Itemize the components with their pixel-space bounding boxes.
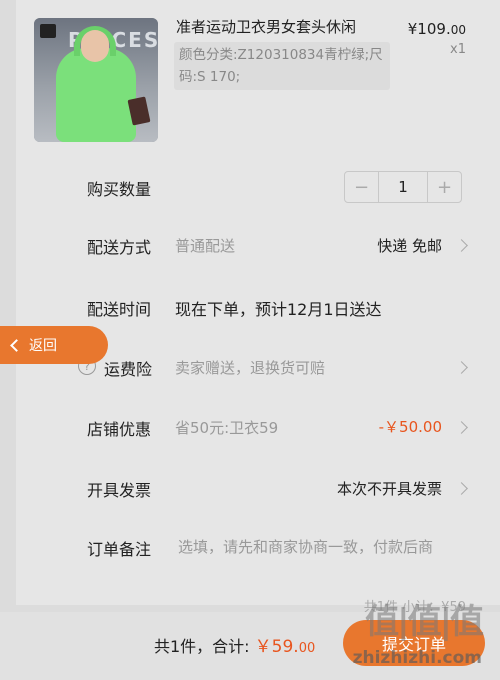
delivery-time-value: 现在下单，预计12月1日送达 [175, 300, 382, 319]
back-button-label: 返回 [29, 338, 57, 354]
order-count: 共1件，合计: [154, 637, 250, 656]
shop-discount-value[interactable]: -￥50.00 [379, 416, 442, 437]
insurance-desc: 卖家赠送，退换货可赔 [175, 359, 326, 377]
product-quantity: x1 [450, 42, 466, 57]
model-head [81, 30, 109, 62]
product-price-main: ¥109. [407, 20, 451, 38]
product-price-cents: 00 [450, 23, 466, 37]
order-amount: ￥59.00 [255, 637, 316, 657]
invoice-label: 开具发票 [87, 481, 152, 500]
hoodie-shape [56, 48, 136, 142]
back-button[interactable]: 返回 [0, 326, 108, 364]
brand-logo-icon [40, 24, 56, 38]
product-image[interactable]: PRICES [34, 18, 158, 142]
quantity-label: 购买数量 [87, 180, 152, 199]
product-price: ¥109.00 [408, 20, 466, 38]
invoice-value[interactable]: 本次不开具发票 [337, 478, 442, 499]
shipping-label: 配送方式 [87, 238, 152, 257]
product-variant: 颜色分类:Z120310834青柠绿;尺码:S 170; [174, 42, 390, 90]
shipping-value[interactable]: 快递 免邮 [377, 235, 442, 256]
order-amount-cents: 00 [298, 641, 316, 656]
quantity-plus-button[interactable]: + [428, 172, 461, 202]
shipping-method: 普通配送 [175, 237, 236, 255]
product-title[interactable]: 准者运动卫衣男女套头休闲 [176, 16, 356, 37]
watermark-site: zhizhizhi.com [352, 648, 482, 668]
order-amount-main: ￥59. [254, 637, 299, 657]
insurance-label: 运费险 [104, 360, 153, 379]
order-total: 共1件，合计: ￥59.00 [154, 632, 315, 657]
note-input[interactable]: 选填，请先和商家协商一致，付款后商 [178, 536, 462, 558]
shop-discount-desc: 省50元:卫衣59 [175, 419, 279, 437]
note-label: 订单备注 [87, 540, 152, 559]
quantity-minus-button[interactable]: − [345, 172, 378, 202]
quantity-input[interactable]: 1 [378, 172, 428, 202]
quantity-stepper: − 1 + [344, 171, 462, 203]
back-arrow-icon [10, 338, 23, 352]
shop-discount-label: 店铺优惠 [87, 420, 152, 439]
delivery-time-label: 配送时间 [87, 300, 152, 319]
watermark-logo: 值|值|值 [365, 602, 484, 642]
